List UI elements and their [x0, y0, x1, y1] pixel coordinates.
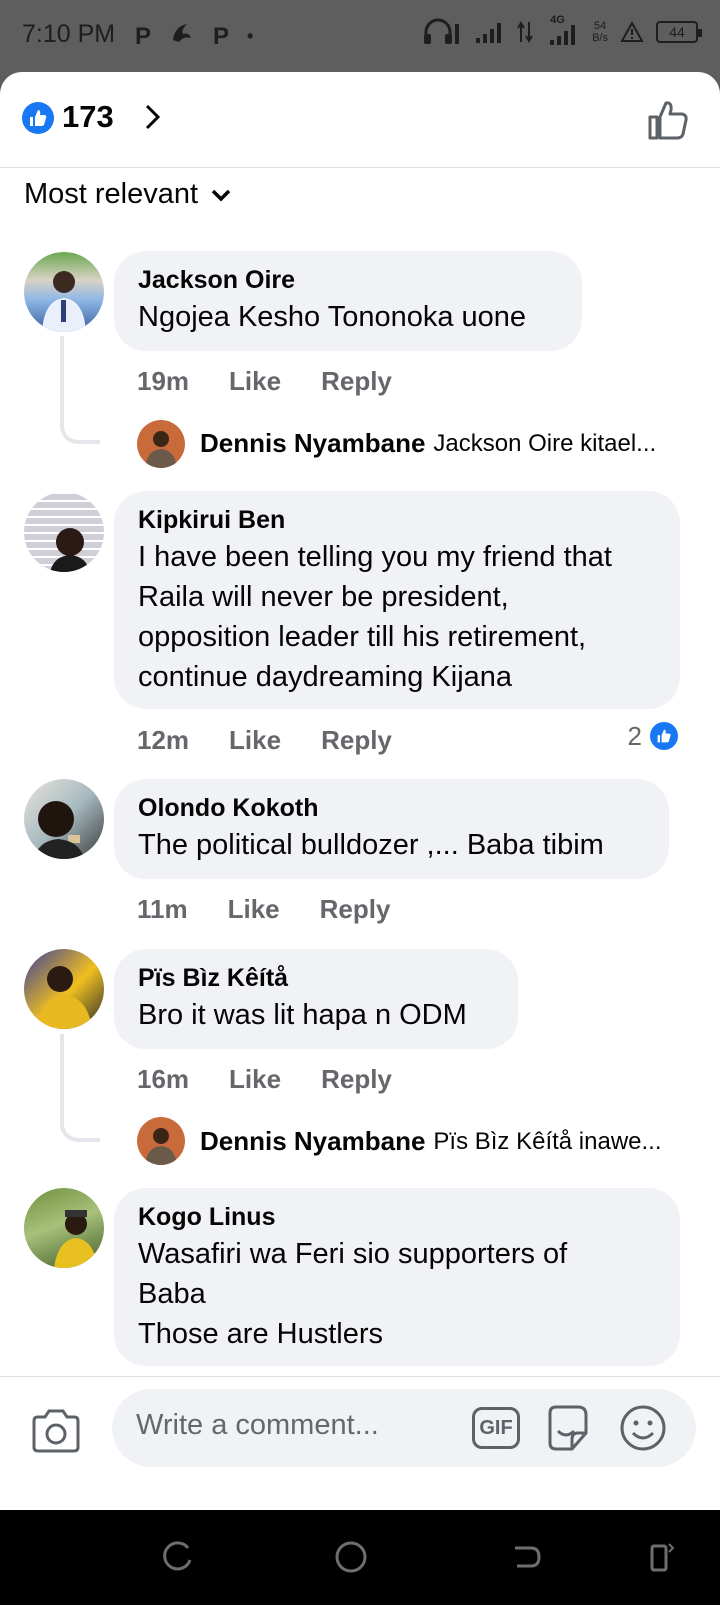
thread-line — [60, 1034, 100, 1142]
battery-indicator: 44 — [656, 21, 702, 43]
network-speed-unit: B/s — [592, 32, 608, 44]
like-reaction-icon[interactable] — [22, 102, 54, 134]
signal-4g-icon: 4G — [546, 14, 580, 46]
comment-bubble[interactable]: Olondo Kokoth The political bulldozer ,.… — [114, 779, 669, 879]
like-button[interactable]: Like — [228, 894, 280, 925]
comment-reactions[interactable]: 2 — [628, 720, 680, 752]
notification-app-icon — [169, 20, 195, 53]
reply-button[interactable]: Reply — [321, 725, 392, 756]
comment-text-line: Wasafiri wa Feri sio supporters of — [138, 1238, 568, 1270]
reply-snippet: Pïs Bìz Kêítå inawe... — [433, 1127, 662, 1155]
camera-icon[interactable] — [30, 1405, 82, 1457]
rotate-screen-icon[interactable] — [643, 1540, 677, 1574]
comment-actions: 12m Like Reply — [137, 725, 392, 756]
warning-icon — [620, 21, 644, 42]
reply-button[interactable]: Reply — [321, 366, 392, 397]
commenter-name[interactable]: Kipkirui Ben — [138, 503, 656, 537]
thread-line — [60, 336, 100, 444]
chevron-down-icon — [211, 189, 231, 201]
comment-bubble[interactable]: Pïs Bìz Kêítå Bro it was lit hapa n ODM — [114, 949, 518, 1049]
sticker-icon[interactable] — [542, 1403, 592, 1453]
comment-actions: 19m Like Reply — [137, 366, 392, 397]
reactions-header: 173 — [0, 72, 720, 168]
notification-p-icon-2: P — [213, 22, 230, 50]
comment-time: 16m — [137, 1064, 190, 1094]
system-icons: 4G 54 B/s 44 — [422, 14, 702, 46]
reply-preview[interactable]: Dennis Nyambane Jackson Oire kitael... — [200, 428, 656, 459]
comment-time: 11m — [137, 894, 188, 924]
like-button[interactable]: Like — [229, 1064, 281, 1095]
comment-input[interactable]: Write a comment... GIF — [112, 1389, 696, 1467]
commenter-name[interactable]: Olondo Kokoth — [138, 791, 645, 825]
comment-actions: 11m Like Reply — [137, 894, 390, 925]
avatar[interactable] — [24, 492, 104, 572]
like-button[interactable]: Like — [229, 725, 281, 756]
sort-dropdown[interactable]: Most relevant — [24, 178, 232, 211]
comment-text: Bro it was lit hapa n ODM — [138, 999, 467, 1031]
data-transfer-icon — [517, 21, 533, 43]
comment-text-line: continue daydreaming Kijana — [138, 661, 513, 693]
reply-button[interactable]: Reply — [321, 1064, 392, 1095]
comment-time: 12m — [137, 725, 190, 755]
comment-bubble[interactable]: Kogo Linus Wasafiri wa Feri sio supporte… — [114, 1188, 680, 1366]
avatar[interactable] — [24, 252, 104, 332]
comment-bubble[interactable]: Kipkirui Ben I have been telling you my … — [114, 491, 680, 709]
headphones-icon — [424, 18, 460, 44]
comment-bubble[interactable]: Jackson Oire Ngojea Kesho Tononoka uone — [114, 251, 582, 351]
reply-preview[interactable]: Dennis Nyambane Pïs Bìz Kêítå inawe... — [200, 1126, 662, 1157]
notification-dot-icon: • — [247, 26, 254, 46]
avatar[interactable] — [24, 949, 104, 1029]
reply-snippet: Jackson Oire kitael... — [433, 429, 657, 457]
comment-placeholder: Write a comment... — [136, 1409, 379, 1441]
back-icon[interactable] — [509, 1540, 543, 1574]
notification-p-icon: P — [135, 22, 152, 50]
reply-author[interactable]: Dennis Nyambane — [200, 428, 425, 459]
network-speed: 54 B/s — [592, 20, 608, 44]
network-speed-value: 54 — [593, 20, 607, 32]
avatar[interactable] — [137, 420, 185, 468]
comment-text-line: Raila will never be president, — [138, 581, 509, 613]
comment-text-line: opposition leader till his retirement, — [138, 621, 587, 653]
avatar[interactable] — [24, 1188, 104, 1268]
emoji-icon[interactable] — [618, 1403, 668, 1453]
commenter-name[interactable]: Jackson Oire — [138, 263, 558, 297]
reaction-count[interactable]: 173 — [62, 99, 114, 135]
comment-actions: 16m Like Reply — [137, 1064, 392, 1095]
comments-sheet: 173 Most relevant Jackson Oire Ngojea Ke… — [0, 72, 720, 1510]
status-time: 7:10 PM — [22, 20, 116, 48]
like-button[interactable]: Like — [229, 366, 281, 397]
avatar[interactable] — [24, 779, 104, 859]
commenter-name[interactable]: Kogo Linus — [138, 1200, 656, 1234]
reply-button[interactable]: Reply — [320, 894, 391, 925]
recent-apps-icon[interactable] — [160, 1540, 194, 1574]
commenter-name[interactable]: Pïs Bìz Kêítå — [138, 961, 494, 995]
avatar[interactable] — [137, 1117, 185, 1165]
status-bar: 7:10 PM P P • 4G 54 B/s 44 — [0, 0, 720, 72]
gif-button[interactable]: GIF — [472, 1407, 520, 1449]
notification-icons: P P • — [135, 20, 253, 53]
home-icon[interactable] — [334, 1540, 368, 1574]
reaction-count: 2 — [627, 720, 642, 751]
like-reaction-icon — [648, 720, 680, 752]
reply-author[interactable]: Dennis Nyambane — [200, 1126, 425, 1157]
sort-label: Most relevant — [24, 178, 199, 210]
comment-text: The political bulldozer ,... Baba tibim — [138, 829, 604, 861]
comment-composer: Write a comment... GIF — [0, 1376, 720, 1510]
comment-text-line: Those are Hustlers — [138, 1318, 383, 1350]
comment-text-line: Baba — [138, 1278, 206, 1310]
chevron-right-icon[interactable] — [138, 102, 168, 132]
system-navigation-bar — [0, 1510, 720, 1605]
like-outline-icon[interactable] — [646, 98, 690, 142]
comment-text-line: I have been telling you my friend that — [138, 541, 612, 573]
signal-icon — [476, 23, 502, 43]
comment-time: 19m — [137, 366, 190, 396]
comment-text: Ngojea Kesho Tononoka uone — [138, 301, 527, 333]
